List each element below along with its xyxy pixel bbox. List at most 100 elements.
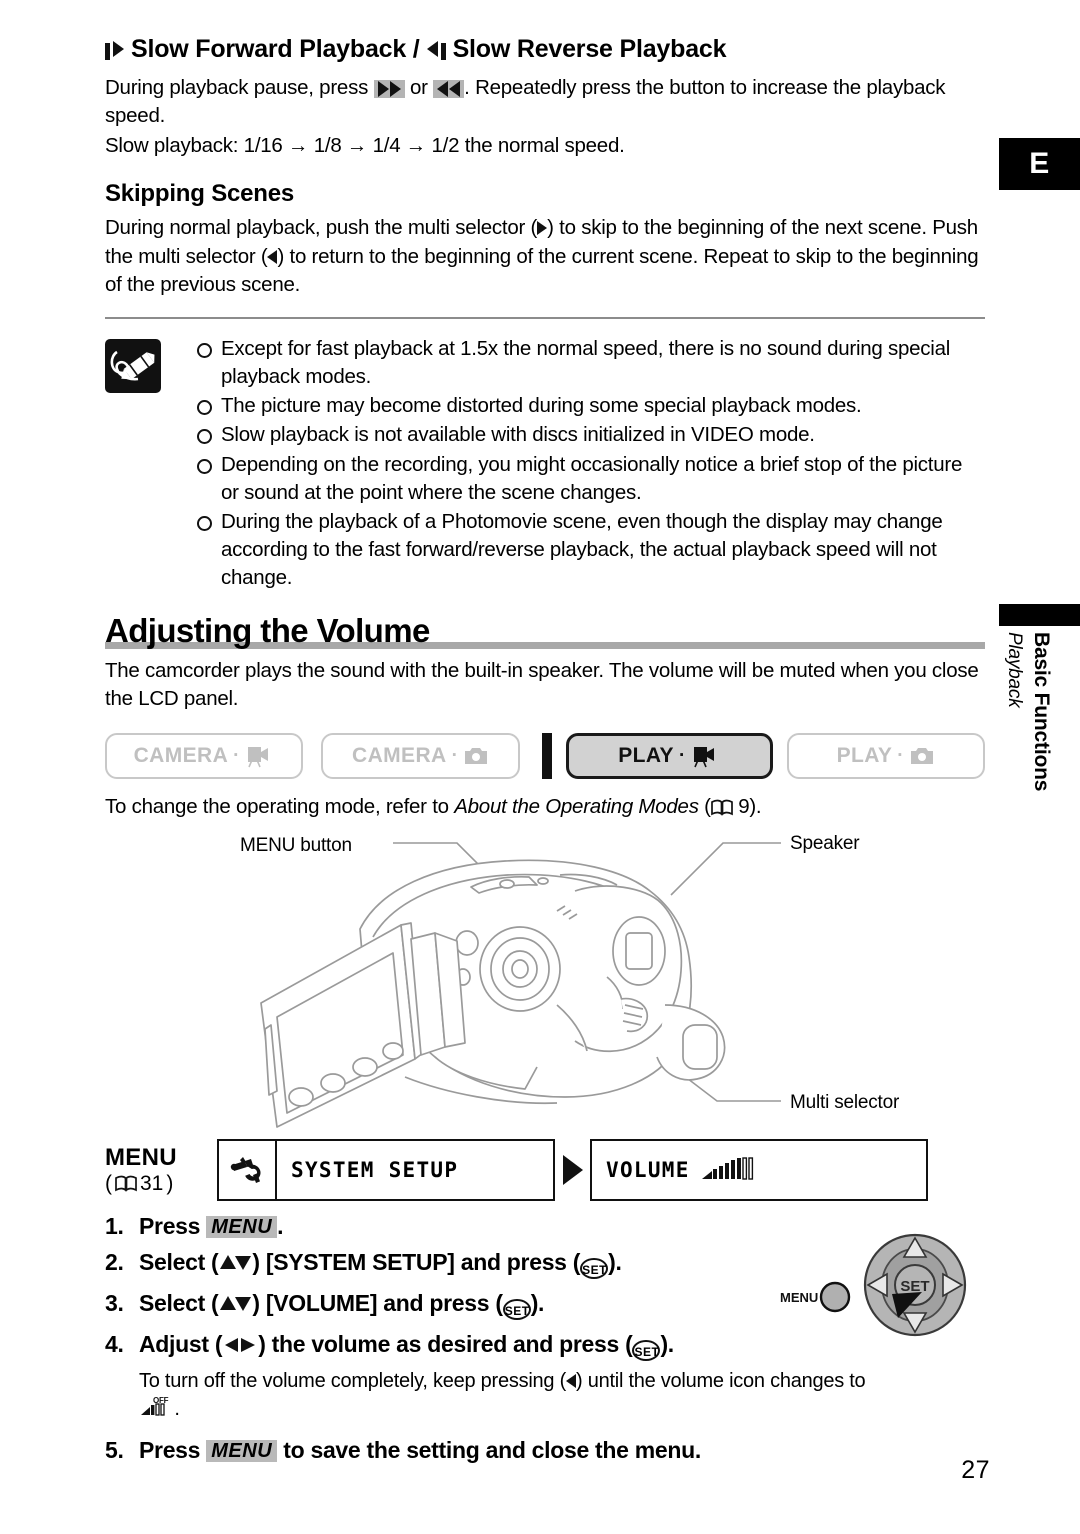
slow-forward-icon: [105, 36, 124, 64]
camcorder-illustration: [260, 842, 781, 1129]
volume-intro: The camcorder plays the sound with the b…: [105, 658, 979, 710]
set-label: SET: [900, 1278, 929, 1295]
operating-mode-row: CAMERA · CAMERA · PLAY · PLAY ·: [105, 733, 986, 780]
slow-forward-label: Slow Forward Playback /: [131, 35, 420, 63]
fast-forward-button-icon: [373, 79, 405, 98]
menu-round-button: [819, 1281, 851, 1313]
slow-playback-speeds: Slow playback: 1/16 → 1/8 → 1/4 → 1/2 th…: [105, 134, 625, 158]
note-item: Slow playback is not available with disc…: [195, 421, 985, 449]
step3-text-a: Select (: [139, 1290, 219, 1317]
note-divider: [105, 317, 985, 320]
subchapter-title: Playback: [1004, 632, 1025, 708]
still-camera-icon: [465, 748, 488, 765]
right-arrow-icon: [537, 221, 548, 236]
step4-note: To turn off the volume completely, keep …: [139, 1368, 985, 1423]
book-page-icon: [115, 1176, 137, 1193]
mode-play-video[interactable]: PLAY ·: [566, 733, 773, 780]
note-item: Depending on the recording, you might oc…: [195, 451, 985, 507]
set-button-icon: SET: [632, 1340, 661, 1362]
step2-text-b: ) [SYSTEM SETUP] and press (: [252, 1249, 581, 1276]
still-camera-icon: [911, 748, 933, 765]
multi-selector-figure: MENU SET: [780, 1230, 980, 1340]
menu-path-row: MENU ( 31) SYSTEM SETUP VOLUME: [105, 1139, 985, 1202]
step3-text-c: ).: [530, 1290, 545, 1317]
slow-reverse-label: Slow Reverse Playback: [452, 35, 727, 63]
paren-open: (: [105, 1171, 112, 1195]
chapter-title: Basic Functions: [1030, 632, 1053, 792]
step1-text-a: Press: [139, 1213, 201, 1240]
step4-note-c: .: [174, 1398, 180, 1421]
mode-label: PLAY: [836, 744, 893, 768]
page-number: 27: [961, 1456, 990, 1484]
slow-reverse-icon: [426, 36, 446, 64]
menu-button-chip: MENU: [206, 1216, 278, 1239]
manual-page: E Basic Functions Playback Slow Forward …: [0, 0, 1080, 1534]
camcorder-figure: MENU button Speaker Multi selector: [105, 829, 985, 1129]
skipping-scenes-paragraph: During normal playback, push the multi s…: [105, 214, 985, 299]
paren-close: ): [166, 1171, 174, 1195]
callout-multi-selector: Multi selector: [790, 1092, 900, 1114]
mode-label: CAMERA: [352, 744, 447, 768]
note-item: The picture may become distorted during …: [195, 392, 985, 420]
slow-playback-or: or: [409, 75, 428, 99]
notes-list: Except for fast playback at 1.5x the nor…: [195, 335, 985, 592]
up-down-arrows-icon: [218, 1253, 252, 1276]
rewind-button-icon: [433, 79, 465, 98]
set-button-icon: SET: [502, 1299, 531, 1321]
step4-text-b: ) the volume as desired and press (: [258, 1331, 633, 1358]
menu-label-title: MENU: [105, 1143, 177, 1171]
step4-text-c: ).: [660, 1331, 674, 1358]
volume-bars-icon: [701, 1157, 753, 1181]
mode-camera-photo[interactable]: CAMERA ·: [321, 733, 520, 780]
speaker-off-icon: OFF: [141, 1396, 169, 1417]
step4-note-a: To turn off the volume completely, keep …: [139, 1370, 566, 1393]
menu-item-volume[interactable]: VOLUME: [590, 1139, 928, 1202]
mode-note-reference: About the Operating Modes: [454, 795, 699, 819]
menu-button-label: MENU: [780, 1290, 818, 1305]
menu-item-volume-row: VOLUME: [592, 1157, 760, 1183]
step2-text-a: Select (: [139, 1249, 219, 1276]
page-title: Adjusting the Volume: [105, 611, 430, 649]
menu-item-label: VOLUME: [606, 1158, 690, 1183]
skipping-scenes-heading: Skipping Scenes: [105, 180, 295, 208]
mode-note-c: ).: [749, 795, 762, 819]
menu-path-label: MENU ( 31): [105, 1145, 217, 1196]
mode-group-divider: [541, 733, 553, 780]
mode-note-page: 9: [738, 795, 750, 819]
slow-playback-paragraph: During playback pause, press or . Repeat…: [105, 74, 985, 131]
mode-note-b: (: [698, 795, 711, 819]
menu-item-system-setup[interactable]: SYSTEM SETUP: [217, 1139, 555, 1202]
book-page-icon: [710, 799, 733, 816]
video-camera-icon: [247, 747, 268, 768]
callout-menu-button: MENU button: [240, 835, 352, 857]
up-down-arrows-icon: [218, 1294, 252, 1317]
video-camera-icon: [693, 747, 714, 768]
skipping-text-a: During normal playback, push the multi s…: [105, 216, 538, 240]
language-tab: E: [999, 138, 1080, 190]
step4-note-b: ) until the volume icon changes to: [575, 1370, 866, 1393]
chapter-sidebar: Basic Functions Playback: [999, 632, 1080, 892]
mode-camera-video[interactable]: CAMERA ·: [105, 733, 304, 780]
menu-page-reference: ( 31): [105, 1172, 217, 1196]
chapter-bar: [999, 604, 1080, 626]
multi-selector-disc: SET: [863, 1233, 967, 1337]
mode-note-a: To change the operating mode, refer to: [105, 795, 455, 819]
step3-text-b: ) [VOLUME] and press (: [252, 1290, 503, 1317]
note-pencil-icon: [105, 339, 161, 394]
mode-label: PLAY: [618, 744, 674, 768]
operating-mode-note: To change the operating mode, refer to A…: [105, 793, 985, 821]
slow-playback-text-a: During playback pause, press: [105, 75, 369, 99]
left-arrow-icon: [565, 1374, 576, 1389]
menu-item-label: SYSTEM SETUP: [291, 1158, 459, 1183]
mode-play-photo[interactable]: PLAY ·: [786, 733, 986, 780]
menu-ref-page: 31: [140, 1171, 164, 1195]
wrench-setup-icon: [219, 1141, 277, 1200]
step1-text-b: .: [277, 1213, 284, 1240]
slow-playback-heading: Slow Forward Playback / Slow Reverse Pla…: [105, 35, 985, 64]
left-right-arrows-icon: [222, 1335, 258, 1358]
left-arrow-icon: [267, 249, 278, 264]
mode-label: CAMERA: [133, 744, 229, 768]
step2-text-c: ).: [608, 1249, 622, 1276]
note-item: Except for fast playback at 1.5x the nor…: [195, 335, 985, 391]
note-item: During the playback of a Photomovie scen…: [195, 508, 985, 592]
